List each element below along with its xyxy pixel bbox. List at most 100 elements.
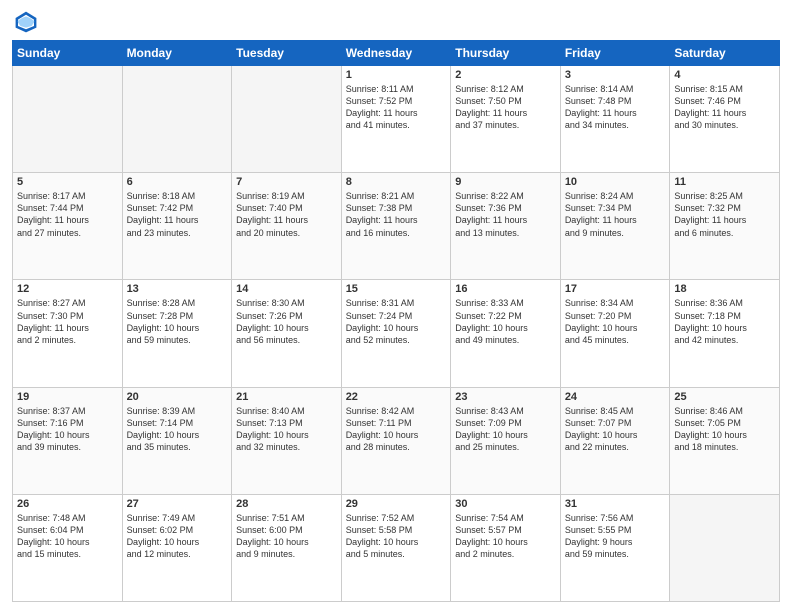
page: SundayMondayTuesdayWednesdayThursdayFrid… [0, 0, 792, 612]
day-number: 10 [565, 176, 666, 188]
day-number: 6 [127, 176, 228, 188]
day-info: Sunrise: 8:39 AM Sunset: 7:14 PM Dayligh… [127, 405, 228, 454]
day-info: Sunrise: 8:24 AM Sunset: 7:34 PM Dayligh… [565, 190, 666, 239]
day-info: Sunrise: 8:30 AM Sunset: 7:26 PM Dayligh… [236, 297, 337, 346]
calendar-cell: 29Sunrise: 7:52 AM Sunset: 5:58 PM Dayli… [341, 494, 451, 601]
calendar-cell: 16 Sunrise: 8:33 AM Sunset: 7:22 PM Dayli… [451, 280, 561, 387]
calendar-cell: 5 Sunrise: 8:17 AM Sunset: 7:44 PM Daylig… [13, 173, 123, 280]
calendar-cell: 17 Sunrise: 8:34 AM Sunset: 7:20 PM Dayli… [560, 280, 670, 387]
day-number: 3 [565, 69, 666, 81]
weekday-header-saturday: Saturday [670, 41, 780, 66]
day-number: 18 [674, 283, 775, 295]
weekday-header-sunday: Sunday [13, 41, 123, 66]
day-number: 12 [17, 283, 118, 295]
day-info: Sunrise: 8:45 AM Sunset: 7:07 PM Dayligh… [565, 405, 666, 454]
day-number: 16 [455, 283, 556, 295]
day-number: 30 [455, 498, 556, 510]
calendar-cell: 9Sunrise: 8:22 AM Sunset: 7:36 PM Daylig… [451, 173, 561, 280]
day-number: 17 [565, 283, 666, 295]
day-number: 2 [455, 69, 556, 81]
day-number: 24 [565, 391, 666, 403]
day-number: 28 [236, 498, 337, 510]
day-info: Sunrise: 8:34 AM Sunset: 7:20 PM Dayligh… [565, 297, 666, 346]
calendar-cell: 20 Sunrise: 8:39 AM Sunset: 7:14 PM Dayli… [122, 387, 232, 494]
calendar-cell: 6 Sunrise: 8:18 AM Sunset: 7:42 PM Daylig… [122, 173, 232, 280]
day-info: Sunrise: 8:14 AM Sunset: 7:48 PM Dayligh… [565, 83, 666, 132]
calendar-cell [670, 494, 780, 601]
calendar-cell: 15 Sunrise: 8:31 AM Sunset: 7:24 PM Dayli… [341, 280, 451, 387]
day-number: 15 [346, 283, 447, 295]
weekday-header-monday: Monday [122, 41, 232, 66]
day-number: 26 [17, 498, 118, 510]
day-info: Sunrise: 8:46 AM Sunset: 7:05 PM Dayligh… [674, 405, 775, 454]
day-number: 4 [674, 69, 775, 81]
day-info: Sunrise: 7:48 AM Sunset: 6:04 PM Dayligh… [17, 512, 118, 561]
calendar-week-2: 5 Sunrise: 8:17 AM Sunset: 7:44 PM Daylig… [13, 173, 780, 280]
weekday-header-row: SundayMondayTuesdayWednesdayThursdayFrid… [13, 41, 780, 66]
calendar-cell: 21Sunrise: 8:40 AM Sunset: 7:13 PM Dayli… [232, 387, 342, 494]
weekday-header-wednesday: Wednesday [341, 41, 451, 66]
day-info: Sunrise: 8:31 AM Sunset: 7:24 PM Dayligh… [346, 297, 447, 346]
calendar-cell: 12 Sunrise: 8:27 AM Sunset: 7:30 PM Dayli… [13, 280, 123, 387]
day-info: Sunrise: 8:37 AM Sunset: 7:16 PM Dayligh… [17, 405, 118, 454]
weekday-header-friday: Friday [560, 41, 670, 66]
calendar-cell: 24 Sunrise: 8:45 AM Sunset: 7:07 PM Dayli… [560, 387, 670, 494]
calendar-cell [13, 66, 123, 173]
calendar-cell: 7 Sunrise: 8:19 AM Sunset: 7:40 PM Daylig… [232, 173, 342, 280]
day-number: 31 [565, 498, 666, 510]
calendar-week-3: 12 Sunrise: 8:27 AM Sunset: 7:30 PM Dayli… [13, 280, 780, 387]
day-info: Sunrise: 8:17 AM Sunset: 7:44 PM Dayligh… [17, 190, 118, 239]
day-number: 27 [127, 498, 228, 510]
day-info: Sunrise: 8:11 AM Sunset: 7:52 PM Dayligh… [346, 83, 447, 132]
calendar-cell: 3 Sunrise: 8:14 AM Sunset: 7:48 PM Daylig… [560, 66, 670, 173]
calendar-body: 1 Sunrise: 8:11 AM Sunset: 7:52 PM Daylig… [13, 66, 780, 602]
calendar-week-4: 19Sunrise: 8:37 AM Sunset: 7:16 PM Dayli… [13, 387, 780, 494]
header [12, 10, 780, 34]
calendar-cell: 8 Sunrise: 8:21 AM Sunset: 7:38 PM Daylig… [341, 173, 451, 280]
day-number: 5 [17, 176, 118, 188]
day-number: 1 [346, 69, 447, 81]
calendar-cell: 18Sunrise: 8:36 AM Sunset: 7:18 PM Dayli… [670, 280, 780, 387]
calendar-cell: 23 Sunrise: 8:43 AM Sunset: 7:09 PM Dayli… [451, 387, 561, 494]
day-info: Sunrise: 7:54 AM Sunset: 5:57 PM Dayligh… [455, 512, 556, 561]
day-info: Sunrise: 8:22 AM Sunset: 7:36 PM Dayligh… [455, 190, 556, 239]
weekday-header-tuesday: Tuesday [232, 41, 342, 66]
logo [12, 10, 38, 34]
day-info: Sunrise: 7:56 AM Sunset: 5:55 PM Dayligh… [565, 512, 666, 561]
day-info: Sunrise: 8:18 AM Sunset: 7:42 PM Dayligh… [127, 190, 228, 239]
calendar-cell: 1 Sunrise: 8:11 AM Sunset: 7:52 PM Daylig… [341, 66, 451, 173]
day-number: 23 [455, 391, 556, 403]
day-info: Sunrise: 8:19 AM Sunset: 7:40 PM Dayligh… [236, 190, 337, 239]
day-number: 22 [346, 391, 447, 403]
day-info: Sunrise: 8:42 AM Sunset: 7:11 PM Dayligh… [346, 405, 447, 454]
weekday-header-thursday: Thursday [451, 41, 561, 66]
day-number: 13 [127, 283, 228, 295]
calendar-cell: 26 Sunrise: 7:48 AM Sunset: 6:04 PM Dayli… [13, 494, 123, 601]
day-info: Sunrise: 7:51 AM Sunset: 6:00 PM Dayligh… [236, 512, 337, 561]
calendar-cell: 22 Sunrise: 8:42 AM Sunset: 7:11 PM Dayli… [341, 387, 451, 494]
calendar-cell: 27 Sunrise: 7:49 AM Sunset: 6:02 PM Dayli… [122, 494, 232, 601]
calendar-cell: 31 Sunrise: 7:56 AM Sunset: 5:55 PM Dayli… [560, 494, 670, 601]
day-number: 25 [674, 391, 775, 403]
day-info: Sunrise: 8:25 AM Sunset: 7:32 PM Dayligh… [674, 190, 775, 239]
day-info: Sunrise: 8:33 AM Sunset: 7:22 PM Dayligh… [455, 297, 556, 346]
day-info: Sunrise: 8:28 AM Sunset: 7:28 PM Dayligh… [127, 297, 228, 346]
day-number: 7 [236, 176, 337, 188]
day-number: 8 [346, 176, 447, 188]
day-info: Sunrise: 7:49 AM Sunset: 6:02 PM Dayligh… [127, 512, 228, 561]
calendar-cell [122, 66, 232, 173]
day-info: Sunrise: 8:21 AM Sunset: 7:38 PM Dayligh… [346, 190, 447, 239]
day-info: Sunrise: 7:52 AM Sunset: 5:58 PM Dayligh… [346, 512, 447, 561]
day-info: Sunrise: 8:15 AM Sunset: 7:46 PM Dayligh… [674, 83, 775, 132]
calendar-cell: 11 Sunrise: 8:25 AM Sunset: 7:32 PM Dayli… [670, 173, 780, 280]
day-number: 20 [127, 391, 228, 403]
day-info: Sunrise: 8:43 AM Sunset: 7:09 PM Dayligh… [455, 405, 556, 454]
day-info: Sunrise: 8:12 AM Sunset: 7:50 PM Dayligh… [455, 83, 556, 132]
day-info: Sunrise: 8:27 AM Sunset: 7:30 PM Dayligh… [17, 297, 118, 346]
day-number: 14 [236, 283, 337, 295]
calendar-cell: 28 Sunrise: 7:51 AM Sunset: 6:00 PM Dayli… [232, 494, 342, 601]
logo-icon [14, 10, 38, 34]
day-number: 11 [674, 176, 775, 188]
calendar-cell: 13 Sunrise: 8:28 AM Sunset: 7:28 PM Dayli… [122, 280, 232, 387]
calendar-week-5: 26 Sunrise: 7:48 AM Sunset: 6:04 PM Dayli… [13, 494, 780, 601]
